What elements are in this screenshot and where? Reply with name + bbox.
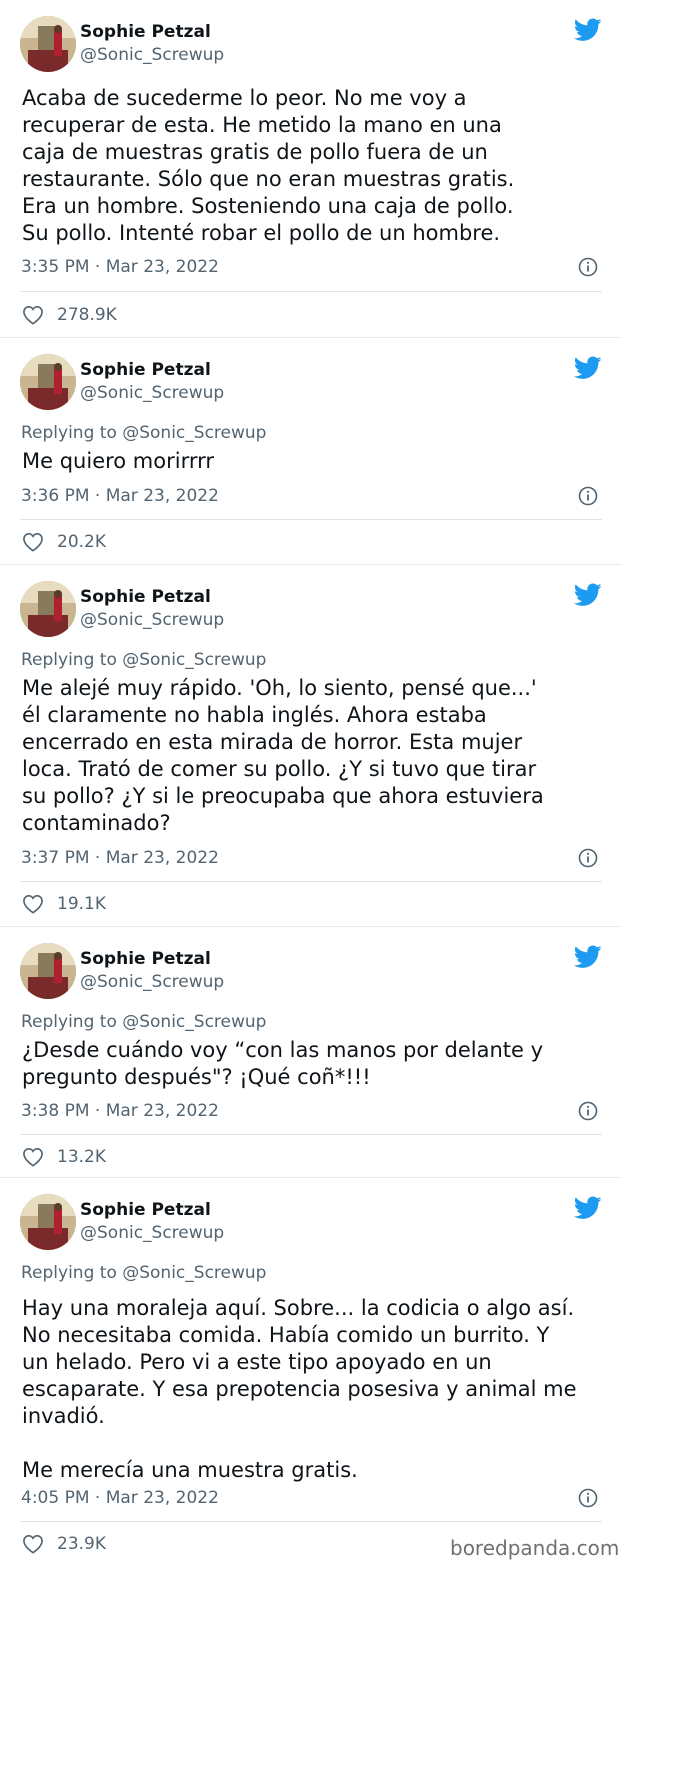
tweet: Sophie Petzal @Sonic_Screwup Replying to… (0, 927, 622, 1178)
tweet-timestamp[interactable]: 4:05 PM · Mar 23, 2022 (21, 1488, 219, 1508)
tweet-text: Me alejé muy rápido. 'Oh, lo siento, pen… (22, 676, 544, 835)
tweet-timestamp[interactable]: 3:36 PM · Mar 23, 2022 (21, 486, 219, 506)
replying-to[interactable]: Replying to @Sonic_Screwup (21, 423, 266, 443)
author-handle[interactable]: @Sonic_Screwup (80, 383, 224, 403)
author-name[interactable]: Sophie Petzal (80, 587, 211, 607)
like-count[interactable]: 20.2K (57, 532, 106, 552)
tweet-timestamp[interactable]: 3:38 PM · Mar 23, 2022 (21, 1101, 219, 1121)
author-name[interactable]: Sophie Petzal (80, 22, 211, 42)
info-icon[interactable] (578, 1488, 598, 1508)
author-name[interactable]: Sophie Petzal (80, 360, 211, 380)
replying-to[interactable]: Replying to @Sonic_Screwup (21, 1012, 266, 1032)
like-count[interactable]: 23.9K (57, 1534, 106, 1554)
author-handle[interactable]: @Sonic_Screwup (80, 45, 224, 65)
tweet-timestamp[interactable]: 3:37 PM · Mar 23, 2022 (21, 848, 219, 868)
like-count[interactable]: 19.1K (57, 894, 106, 914)
twitter-bird-icon[interactable] (574, 356, 602, 380)
heart-icon[interactable] (22, 1534, 44, 1554)
twitter-bird-icon[interactable] (574, 18, 602, 42)
divider (20, 1521, 602, 1522)
author-handle[interactable]: @Sonic_Screwup (80, 972, 224, 992)
heart-icon[interactable] (22, 1147, 44, 1167)
tweet-text: Acaba de sucederme lo peor. No me voy a … (22, 86, 515, 245)
tweet-text: Me quiero morirrrr (22, 449, 215, 473)
info-icon[interactable] (578, 257, 598, 277)
twitter-bird-icon[interactable] (574, 583, 602, 607)
info-icon[interactable] (578, 486, 598, 506)
tweet-text: Hay una moraleja aquí. Sobre... la codic… (22, 1296, 577, 1482)
divider (20, 1134, 602, 1135)
tweet: Sophie Petzal @Sonic_Screwup Acaba de su… (0, 0, 622, 338)
author-name[interactable]: Sophie Petzal (80, 1200, 211, 1220)
replying-to[interactable]: Replying to @Sonic_Screwup (21, 650, 266, 670)
author-handle[interactable]: @Sonic_Screwup (80, 1223, 224, 1243)
avatar[interactable] (20, 16, 76, 72)
tweet-timestamp[interactable]: 3:35 PM · Mar 23, 2022 (21, 257, 219, 277)
divider (20, 291, 602, 292)
divider (20, 881, 602, 882)
divider (20, 519, 602, 520)
heart-icon[interactable] (22, 305, 44, 325)
info-icon[interactable] (578, 848, 598, 868)
heart-icon[interactable] (22, 532, 44, 552)
twitter-bird-icon[interactable] (574, 1196, 602, 1220)
like-count[interactable]: 278.9K (57, 305, 117, 325)
author-handle[interactable]: @Sonic_Screwup (80, 610, 224, 630)
info-icon[interactable] (578, 1101, 598, 1121)
author-name[interactable]: Sophie Petzal (80, 949, 211, 969)
watermark: boredpanda.com (450, 1536, 620, 1560)
avatar[interactable] (20, 1194, 76, 1250)
tweet-text: ¿Desde cuándo voy “con las manos por del… (22, 1038, 544, 1089)
avatar[interactable] (20, 581, 76, 637)
replying-to[interactable]: Replying to @Sonic_Screwup (21, 1263, 266, 1283)
avatar[interactable] (20, 943, 76, 999)
twitter-bird-icon[interactable] (574, 945, 602, 969)
tweet: Sophie Petzal @Sonic_Screwup Replying to… (0, 565, 622, 927)
like-count[interactable]: 13.2K (57, 1147, 106, 1167)
heart-icon[interactable] (22, 894, 44, 914)
avatar[interactable] (20, 354, 76, 410)
tweet: Sophie Petzal @Sonic_Screwup Replying to… (0, 338, 622, 565)
tweet: Sophie Petzal @Sonic_Screwup Replying to… (0, 1178, 622, 1570)
